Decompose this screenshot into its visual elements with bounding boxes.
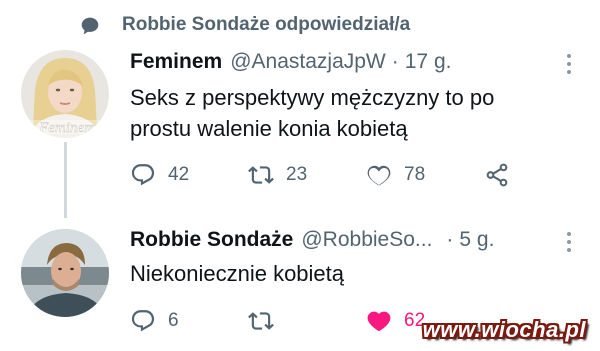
more-options-icon[interactable] <box>566 54 572 76</box>
retweet-button[interactable] <box>248 308 366 334</box>
heart-outline-icon <box>367 165 391 186</box>
author-name[interactable]: Robbie Sondaże <box>130 228 293 252</box>
timestamp[interactable]: 5 g. <box>459 228 494 252</box>
reply-icon <box>131 164 155 186</box>
like-count: 78 <box>404 164 426 185</box>
heart-filled-icon <box>367 311 391 332</box>
separator-dot: · <box>446 228 454 251</box>
more-options-icon[interactable] <box>566 232 572 254</box>
avatar-caption: Feminem <box>38 120 95 136</box>
retweet-button[interactable]: 23 <box>248 162 366 188</box>
reply-context-text: Robbie Sondaże odpowiedział/a <box>122 14 411 35</box>
tweet-text: Niekoniecznie kobietą <box>130 261 345 286</box>
avatar[interactable]: Feminem <box>21 50 109 138</box>
like-button[interactable]: 78 <box>366 162 484 188</box>
reply-count: 42 <box>168 164 190 185</box>
retweet-icon <box>248 312 274 330</box>
tweet-original[interactable]: Feminem Feminem @AnastazjaJpW · 17 g. Se… <box>0 44 600 214</box>
author-name[interactable]: Feminem <box>130 50 222 74</box>
tweet-text: Seks z perspektywy mężczyzny to po prost… <box>130 85 495 141</box>
avatar-image <box>21 229 109 317</box>
reply-count: 6 <box>168 310 179 331</box>
reply-button[interactable]: 6 <box>130 308 248 334</box>
reply-icon <box>131 310 155 332</box>
timestamp[interactable]: 17 g. <box>405 50 452 74</box>
author-handle[interactable]: @RobbieSo... <box>301 228 432 252</box>
retweet-count: 23 <box>286 164 308 185</box>
avatar-image: Feminem <box>21 50 109 138</box>
separator-dot: · <box>391 50 399 73</box>
site-watermark: www.wiocha.pl <box>422 317 586 342</box>
author-handle[interactable]: @AnastazjaJpW <box>230 50 386 74</box>
reply-button[interactable]: 42 <box>130 162 248 188</box>
action-bar: 42 23 78 <box>130 160 524 190</box>
tweet-header: Feminem @AnastazjaJpW · 17 g. <box>130 50 451 74</box>
retweet-icon <box>248 166 274 184</box>
tweet-header: Robbie Sondaże @RobbieSo... · 5 g. <box>130 228 494 252</box>
avatar[interactable] <box>21 229 109 317</box>
share-icon <box>486 163 508 187</box>
speech-bubble-icon <box>81 17 99 35</box>
share-button[interactable] <box>484 162 524 188</box>
